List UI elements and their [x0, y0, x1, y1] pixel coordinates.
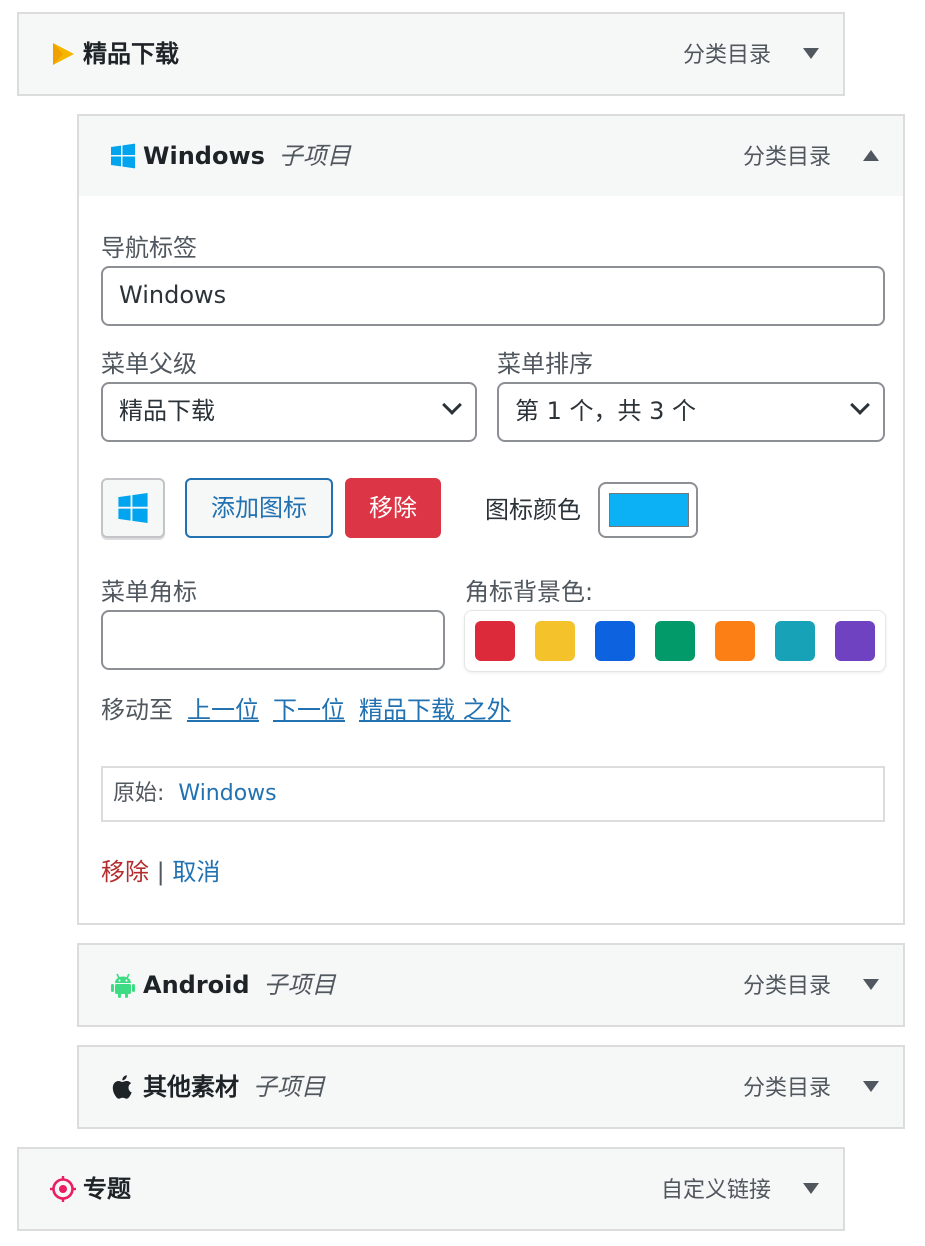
badge-color-green[interactable]: [655, 621, 695, 661]
menu-item-title: Windows: [143, 142, 265, 170]
menu-item-sub-label: 子项目: [253, 1073, 325, 1101]
parent-select[interactable]: 精品下载: [101, 382, 477, 442]
menu-item-android[interactable]: Android 子项目 分类目录: [77, 943, 905, 1027]
actions-separator: |: [156, 858, 165, 886]
menu-item-special[interactable]: 专题 自定义链接: [17, 1147, 845, 1231]
icon-color-picker[interactable]: [598, 482, 698, 538]
menu-item-top[interactable]: 精品下载 分类目录: [17, 12, 845, 96]
menu-item-title: 精品下载: [83, 40, 179, 68]
menu-item-settings-panel: 导航标签 Windows 菜单父级 精品下载 菜单排序 第 1 个，共 3 个 …: [77, 196, 905, 925]
badge-color-teal[interactable]: [775, 621, 815, 661]
chevron-down-icon: [850, 395, 870, 415]
windows-logo-icon: [118, 492, 148, 524]
menu-item-type: 分类目录: [742, 1076, 831, 1101]
move-out-link[interactable]: 精品下载 之外: [359, 696, 511, 724]
icon-preview-button[interactable]: [101, 478, 165, 538]
collapse-arrow-icon[interactable]: [863, 150, 879, 161]
item-actions: 移除 | 取消: [101, 856, 220, 888]
badge-color-blue[interactable]: [595, 621, 635, 661]
nav-label-caption: 导航标签: [101, 234, 197, 262]
apple-icon: [112, 1075, 132, 1099]
menu-item-windows[interactable]: Windows 子项目 分类目录: [77, 114, 905, 198]
delete-item-link[interactable]: 移除: [101, 858, 149, 886]
badge-color-yellow[interactable]: [535, 621, 575, 661]
icon-color-label: 图标颜色: [485, 496, 581, 524]
expand-arrow-icon[interactable]: [863, 979, 879, 990]
badge-input[interactable]: [101, 610, 445, 670]
menu-item-type: 自定义链接: [660, 1178, 771, 1203]
parent-label-caption: 菜单父级: [101, 350, 197, 378]
menu-item-title: 其他素材: [143, 1073, 239, 1101]
icon-color-swatch: [609, 493, 689, 527]
cancel-link[interactable]: 取消: [172, 858, 220, 886]
badge-color-palette: [464, 610, 886, 672]
target-icon: [50, 1176, 76, 1202]
badge-color-orange[interactable]: [715, 621, 755, 661]
menu-item-title: Android: [143, 971, 250, 999]
original-link[interactable]: Windows: [178, 781, 276, 806]
nav-label-input[interactable]: Windows: [101, 266, 885, 326]
menu-item-other[interactable]: 其他素材 子项目 分类目录: [77, 1045, 905, 1129]
windows-logo-icon: [111, 143, 135, 169]
order-select-value: 第 1 个，共 3 个: [515, 397, 697, 425]
order-select[interactable]: 第 1 个，共 3 个: [497, 382, 885, 442]
menu-item-title: 专题: [83, 1175, 131, 1203]
move-down-link[interactable]: 下一位: [273, 696, 345, 724]
original-box: 原始: Windows: [101, 766, 885, 822]
add-icon-button[interactable]: 添加图标: [185, 478, 333, 538]
play-triangle-icon: [53, 43, 74, 65]
menu-item-sub-label: 子项目: [263, 971, 336, 999]
android-icon: [111, 973, 135, 998]
parent-select-value: 精品下载: [119, 397, 215, 425]
chevron-down-icon: [442, 395, 462, 415]
expand-arrow-icon[interactable]: [803, 48, 819, 59]
move-label: 移动至: [101, 696, 173, 724]
badge-color-red[interactable]: [475, 621, 515, 661]
badge-color-purple[interactable]: [835, 621, 875, 661]
move-up-link[interactable]: 上一位: [187, 696, 259, 724]
badge-bg-label: 角标背景色:: [465, 578, 594, 606]
expand-arrow-icon[interactable]: [803, 1183, 819, 1194]
original-label: 原始:: [113, 781, 165, 806]
badge-label-caption: 菜单角标: [101, 578, 197, 606]
expand-arrow-icon[interactable]: [863, 1081, 879, 1092]
menu-item-type: 分类目录: [682, 43, 771, 68]
menu-item-sub-label: 子项目: [278, 142, 351, 170]
order-label-caption: 菜单排序: [497, 350, 593, 378]
move-row: 移动至 上一位 下一位 精品下载 之外: [101, 694, 511, 726]
remove-icon-button[interactable]: 移除: [345, 478, 441, 538]
menu-item-type: 分类目录: [742, 145, 831, 170]
menu-item-type: 分类目录: [742, 974, 831, 999]
